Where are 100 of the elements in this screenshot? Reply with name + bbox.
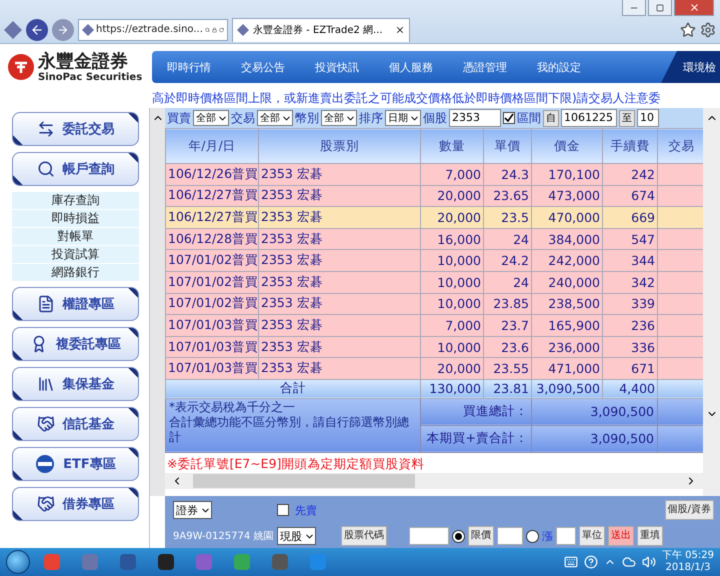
price-field[interactable] [556, 527, 576, 545]
volume-icon[interactable] [642, 555, 656, 569]
help-icon[interactable] [584, 555, 598, 569]
sell-first-checkbox[interactable] [277, 504, 289, 516]
filter-button[interactable]: 自 [543, 110, 559, 126]
logo-name: 永豐金證券 [38, 52, 129, 72]
nav-item[interactable]: 投資快訊 [300, 51, 374, 83]
price-type-radio[interactable] [526, 530, 539, 542]
type-select[interactable]: 現股 [277, 527, 316, 545]
table-cell: 2353 宏碁 [258, 206, 420, 228]
checkmark-icon [504, 113, 514, 123]
close-button[interactable] [674, 0, 714, 16]
table-cell: 2353 宏碁 [258, 336, 420, 358]
sidebar-button[interactable]: 委託交易 [12, 112, 139, 146]
filter-label: 交易 [231, 110, 255, 126]
horizontal-scrollbar[interactable] [165, 472, 703, 489]
note-text: 合計彙總功能不區分幣別，請自行篩選幣別總計 [169, 414, 410, 445]
nav-item[interactable]: 憑證管理 [448, 51, 522, 83]
arrow-right-icon [57, 24, 69, 36]
sidebar-button[interactable]: 借券專區 [12, 487, 139, 521]
sidebar-button[interactable]: 權證專區 [12, 287, 139, 321]
site-icon [82, 24, 94, 36]
filter-select[interactable]: 全部 [257, 110, 293, 126]
table-cell: 106/12/26普買 [166, 164, 258, 186]
sidebar-icon [36, 160, 54, 178]
close-tab-icon[interactable] [395, 25, 405, 35]
sidebar-button[interactable]: 複委託專區 [12, 327, 139, 361]
filter-label: 買賣 [167, 110, 191, 126]
nav-item[interactable]: 環境檢 [661, 51, 720, 83]
total-cell: 130,000 [420, 379, 484, 398]
filter-input[interactable]: 1061225 [561, 109, 617, 127]
column-header[interactable]: 交易 [658, 128, 703, 164]
table-cell: 106/12/28普買 [166, 228, 258, 250]
table-cell: 23.55 [484, 358, 532, 380]
filter-input[interactable]: 10 [637, 109, 659, 127]
start-button[interactable] [6, 550, 30, 574]
table-cell: 384,000 [532, 228, 602, 250]
table-cell: 2353 宏碁 [258, 228, 420, 250]
table-cell: 107/01/03普買 [166, 358, 258, 380]
filter-select[interactable]: 日期 [385, 110, 421, 126]
clock-time[interactable]: 下午 05:29 [662, 550, 714, 562]
summary-value: 3,090,500 [532, 398, 658, 426]
submenu-item[interactable]: 投資試算 [12, 246, 139, 263]
footnote-text: ※委託單號[E7~E9]開頭為定期定額買股資料 [166, 454, 426, 473]
logo-subtitle: SinoPac Securities [38, 72, 142, 82]
stock-code-button[interactable]: 股票代碼 [341, 526, 387, 546]
vertical-scrollbar[interactable] [703, 108, 720, 496]
submenu-item[interactable]: 即時損益 [12, 210, 139, 227]
table-cell: 23.6 [484, 336, 532, 358]
filter-select[interactable]: 全部 [193, 110, 229, 126]
column-header[interactable]: 數量 [420, 128, 484, 164]
unit-button[interactable]: 單位 [579, 526, 605, 546]
filter-select[interactable]: 全部 [321, 110, 357, 126]
back-button[interactable] [26, 18, 48, 40]
submenu-item[interactable]: 對帳單 [12, 228, 139, 245]
maximize-button[interactable] [648, 0, 672, 16]
column-header[interactable]: 年/月/日 [166, 128, 258, 164]
table-cell: 107/01/03普買 [166, 336, 258, 358]
filter-input[interactable]: 2353 [449, 109, 501, 127]
sidebar-button[interactable]: 集保基金 [12, 367, 139, 401]
nav-item[interactable]: 個人服務 [374, 51, 448, 83]
table-cell: 10,000 [420, 250, 484, 272]
submenu-item[interactable]: 庫存查詢 [12, 192, 139, 209]
sidebar-button[interactable]: 信託基金 [12, 407, 139, 441]
nav-item[interactable]: 交易公告 [226, 51, 300, 83]
stock-code-field[interactable] [409, 527, 449, 545]
column-header[interactable]: 單價 [484, 128, 532, 164]
price-field[interactable] [497, 527, 523, 545]
table-cell: 342 [602, 271, 658, 294]
sidebar-icon [36, 120, 54, 138]
filter-button[interactable]: 至 [619, 110, 635, 126]
total-cell: 3,090,500 [532, 379, 602, 398]
column-header[interactable]: 價金 [532, 128, 602, 164]
table-cell: 7,000 [420, 314, 484, 336]
quote-button[interactable]: 個股/資券 [664, 500, 714, 520]
market-select[interactable]: 證券 [173, 501, 212, 519]
table-cell: 24.2 [484, 250, 532, 272]
column-header[interactable]: 手續費 [602, 128, 658, 164]
column-header[interactable]: 股票別 [258, 128, 420, 164]
site-icon [237, 24, 249, 36]
sidebar-button[interactable]: 帳戶查詢 [12, 152, 139, 186]
cloud-icon[interactable] [622, 555, 636, 569]
sidebar-icon [36, 375, 54, 393]
reset-button[interactable]: 重填 [637, 526, 663, 546]
submenu-item[interactable]: 網路銀行 [12, 264, 139, 281]
address-bar[interactable]: https://eztrade.sino... [78, 18, 228, 40]
browser-tab[interactable]: 永豐金證券 - EZTrade2 網... [232, 18, 410, 42]
sidebar-button[interactable]: ETF專區 [12, 447, 139, 481]
settings-icon[interactable] [700, 22, 716, 38]
keyboard-icon[interactable] [564, 555, 578, 569]
nav-item[interactable]: 即時行情 [152, 51, 226, 83]
clock-date[interactable]: 2018/1/3 [666, 562, 710, 574]
price-type-radio[interactable] [452, 530, 465, 542]
total-cell: 23.81 [484, 379, 532, 398]
filter-checkbox[interactable] [503, 112, 515, 124]
table-cell: 16,000 [420, 228, 484, 250]
price-type-button[interactable]: 限價 [468, 526, 494, 546]
table-cell: 107/01/03普買 [166, 314, 258, 336]
favorites-star-icon[interactable] [680, 22, 696, 38]
nav-item[interactable]: 我的設定 [522, 51, 596, 83]
